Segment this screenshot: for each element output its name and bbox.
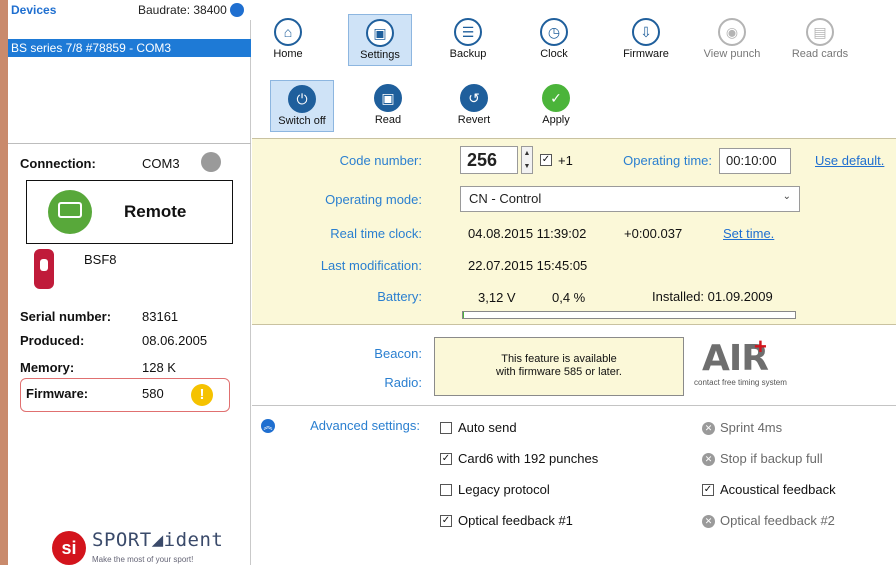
read-cards-icon: ▤ [806,18,834,46]
operating-mode-label: Operating mode: [325,192,422,207]
sprint-4ms-label: Sprint 4ms [720,420,783,435]
battery-level-bar [462,311,796,319]
battery-level-fill [463,312,465,318]
read-cards-button[interactable]: ▤ Read cards [788,14,852,66]
battery-installed: Installed: 01.09.2009 [652,289,773,304]
revert-button[interactable]: ↺ Revert [442,80,506,132]
auto-send-checkbox[interactable] [440,422,452,434]
sportident-logo: si SPORT◢ident Make the most of your spo… [48,525,248,565]
battery-percent: 0,4 % [552,290,586,305]
revert-icon: ↺ [460,84,488,112]
produced-label: Produced: [20,333,85,348]
section-divider [252,405,896,406]
clock-icon: ◷ [540,18,568,46]
auto-send-label: Auto send [458,420,517,435]
legacy-protocol-label: Legacy protocol [458,482,550,497]
firmware-notice-line1: This feature is available [501,353,617,365]
connection-label: Connection: [20,156,96,171]
operating-time-input[interactable]: 00:10:00 [719,148,791,174]
read-icon: ▣ [374,84,402,112]
battery-voltage: 3,12 V [478,290,516,305]
produced-value: 08.06.2005 [142,333,208,348]
connection-status-icon [201,152,221,172]
memory-value: 128 K [142,360,176,375]
battery-label: Battery: [377,289,422,304]
switch-off-button[interactable]: ⏻ Switch off [270,80,334,132]
last-modification-label: Last modification: [320,258,422,273]
advanced-settings-label: Advanced settings: [310,418,420,433]
settings-icon: ▣ [366,19,394,47]
main-panel: ⌂ Home ▣ Settings ☰ Backup ◷ Clock ⇩ Fir… [252,0,896,565]
use-default-link[interactable]: Use default. [815,153,884,168]
clock-button[interactable]: ◷ Clock [522,14,586,66]
read-button[interactable]: ▣ Read [356,80,420,132]
beacon-label: Beacon: [374,346,422,361]
window-left-border [0,0,8,565]
firmware-notice-line2: with firmware 585 or later. [496,366,622,378]
connection-value: COM3 [142,156,180,171]
remote-mode-label: Remote [124,202,187,221]
acoustical-feedback-checkbox[interactable]: ✓ [702,484,714,496]
code-number-label: Code number: [339,153,422,168]
set-time-link[interactable]: Set time. [723,226,774,241]
sidebar-divider [8,143,251,144]
baudrate-label: Baudrate: 38400 [138,3,227,17]
optical-feedback-1-label: Optical feedback #1 [458,513,573,528]
rtc-offset: +0:00.037 [624,226,683,241]
refresh-icon[interactable] [230,3,244,17]
firmware-button[interactable]: ⇩ Firmware [614,14,678,66]
power-icon: ⏻ [288,85,316,113]
legacy-protocol-checkbox[interactable] [440,484,452,496]
card6-label: Card6 with 192 punches [458,451,599,466]
rtc-value: 04.08.2015 11:39:02 [468,226,587,241]
firmware-icon: ⇩ [632,18,660,46]
chevron-down-icon: ⌄ [782,191,791,202]
firmware-value: 580 [142,386,164,401]
home-icon: ⌂ [274,18,302,46]
station-model: BSF8 [84,252,117,267]
disabled-x-icon: ✕ [702,515,715,528]
devices-title: Devices [11,3,57,17]
optical-feedback-1-checkbox[interactable]: ✓ [440,515,452,527]
device-list-item[interactable]: BS series 7/8 #78859 - COM3 [8,39,251,57]
sportident-wordmark: SPORT◢ident [92,529,224,551]
firmware-notice: This feature is available with firmware … [434,337,684,396]
radio-label: Radio: [384,375,422,390]
air-logo: AIR + contact free timing system [692,334,832,392]
serial-number-label: Serial number: [20,309,112,324]
code-number-input[interactable]: 256 [460,146,518,174]
air-plus-icon: + [754,334,767,359]
operating-mode-select[interactable]: CN - Control ⌄ [460,186,800,212]
code-number-stepper[interactable]: ▲ ▼ [521,146,533,174]
check-icon: ✓ [542,84,570,112]
settings-button[interactable]: ▣ Settings [348,14,412,66]
apply-button[interactable]: ✓ Apply [524,80,588,132]
last-modification-value: 22.07.2015 15:45:05 [468,258,588,273]
backup-icon: ☰ [454,18,482,46]
memory-label: Memory: [20,360,75,375]
warning-icon[interactable]: ! [191,384,213,406]
sportident-mark: si [52,531,86,565]
stop-if-backup-full-label: Stop if backup full [720,451,823,466]
optical-feedback-2-label: Optical feedback #2 [720,513,835,528]
acoustical-feedback-label: Acoustical feedback [720,482,836,497]
sportident-tagline: Make the most of your sport! [92,555,194,564]
station-device-icon [34,249,54,289]
backup-button[interactable]: ☰ Backup [436,14,500,66]
devices-header: Devices Baudrate: 38400 [8,0,251,20]
air-caption: contact free timing system [694,378,787,387]
operating-mode-value: CN - Control [469,191,542,206]
device-sidebar: Devices Baudrate: 38400 BS series 7/8 #7… [8,0,251,565]
rtc-label: Real time clock: [330,226,422,241]
firmware-label: Firmware: [26,386,89,401]
disabled-x-icon: ✕ [702,422,715,435]
home-button[interactable]: ⌂ Home [256,14,320,66]
serial-number-value: 83161 [142,309,179,324]
card6-checkbox[interactable]: ✓ [440,453,452,465]
operating-time-label: Operating time: [623,153,712,168]
view-punch-icon: ◉ [718,18,746,46]
disabled-x-icon: ✕ [702,453,715,466]
remote-card-icon [48,190,92,234]
view-punch-button[interactable]: ◉ View punch [700,14,764,66]
